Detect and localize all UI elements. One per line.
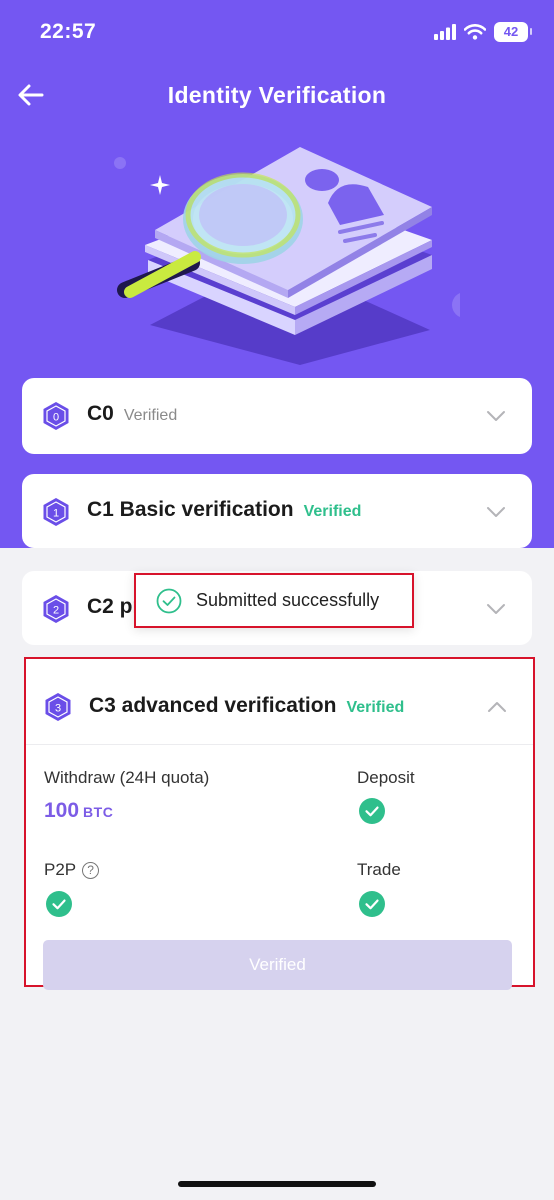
level-title-c3: C3 advanced verification Verified (89, 694, 404, 718)
level-header-c0[interactable]: 0 C0 Verified (22, 378, 532, 452)
signal-icon (434, 24, 456, 40)
battery-indicator: 42 (494, 22, 532, 42)
level-3-badge-number: 3 (55, 703, 61, 715)
success-toast: Submitted successfully (134, 573, 414, 628)
withdraw-amount: 100 (44, 799, 80, 822)
withdraw-unit: BTC (83, 804, 114, 820)
verified-button[interactable]: Verified (43, 940, 512, 990)
status-badge-c1: Verified (303, 503, 362, 520)
page-title: Identity Verification (167, 82, 387, 108)
chevron-down-icon[interactable] (486, 502, 506, 522)
level-title-c1: C1 Basic verification Verified (87, 498, 361, 522)
level-name-c3: C3 advanced verification (89, 694, 337, 717)
chevron-down-icon[interactable] (486, 599, 506, 619)
header-banner: 22:57 42 Identity Verification (0, 0, 554, 548)
trade-label: Trade (357, 860, 401, 879)
level-name-c2: C2 pr (87, 595, 141, 618)
deposit-label: Deposit (357, 768, 415, 787)
check-circle-icon (156, 588, 182, 613)
nav-bar: Identity Verification (0, 70, 554, 120)
level-2-badge-icon: 2 (43, 595, 69, 623)
chevron-down-icon[interactable] (486, 406, 506, 426)
withdraw-quota: 100 BTC (44, 799, 113, 823)
status-bar: 22:57 42 (0, 0, 554, 64)
level-2-badge-number: 2 (53, 605, 59, 617)
level-card-c0[interactable]: 0 C0 Verified (22, 378, 532, 454)
level-card-c1[interactable]: 1 C1 Basic verification Verified (22, 474, 532, 548)
level-title-c2: C2 pr (87, 595, 141, 619)
level-3-badge-icon: 3 (45, 693, 71, 721)
level-title-c0: C0 Verified (87, 402, 177, 426)
wifi-icon (464, 24, 486, 40)
level-0-badge-number: 0 (53, 412, 59, 424)
level-1-badge-number: 1 (53, 508, 59, 520)
status-badge-c0: Verified (123, 407, 178, 424)
chevron-up-icon[interactable] (487, 697, 507, 717)
toast-message: Submitted successfully (196, 590, 380, 610)
deposit-check-icon (359, 798, 385, 824)
level-card-c3: 3 C3 advanced verification Verified Withd… (24, 657, 535, 990)
p2p-check-icon (46, 891, 72, 917)
level-0-badge-icon: 0 (43, 402, 69, 430)
p2p-label: P2P? (44, 860, 100, 880)
status-badge-c3: Verified (346, 699, 405, 716)
level-header-c1[interactable]: 1 C1 Basic verification Verified (22, 474, 532, 548)
status-time: 22:57 (40, 20, 97, 43)
trade-check-icon (359, 891, 385, 917)
level-1-badge-icon: 1 (43, 498, 69, 526)
level-name-c1: C1 Basic verification (87, 498, 294, 521)
status-icons: 42 (434, 22, 532, 42)
home-indicator[interactable] (178, 1181, 376, 1187)
level-name-c0: C0 (87, 402, 114, 425)
withdraw-label: Withdraw (24H quota) (44, 768, 210, 787)
p2p-label-text: P2P (44, 860, 77, 879)
level-header-c3[interactable]: 3 C3 advanced verification Verified (26, 659, 533, 745)
help-circle-icon[interactable]: ? (82, 862, 100, 879)
id-card-magnifier-illustration (114, 147, 460, 365)
